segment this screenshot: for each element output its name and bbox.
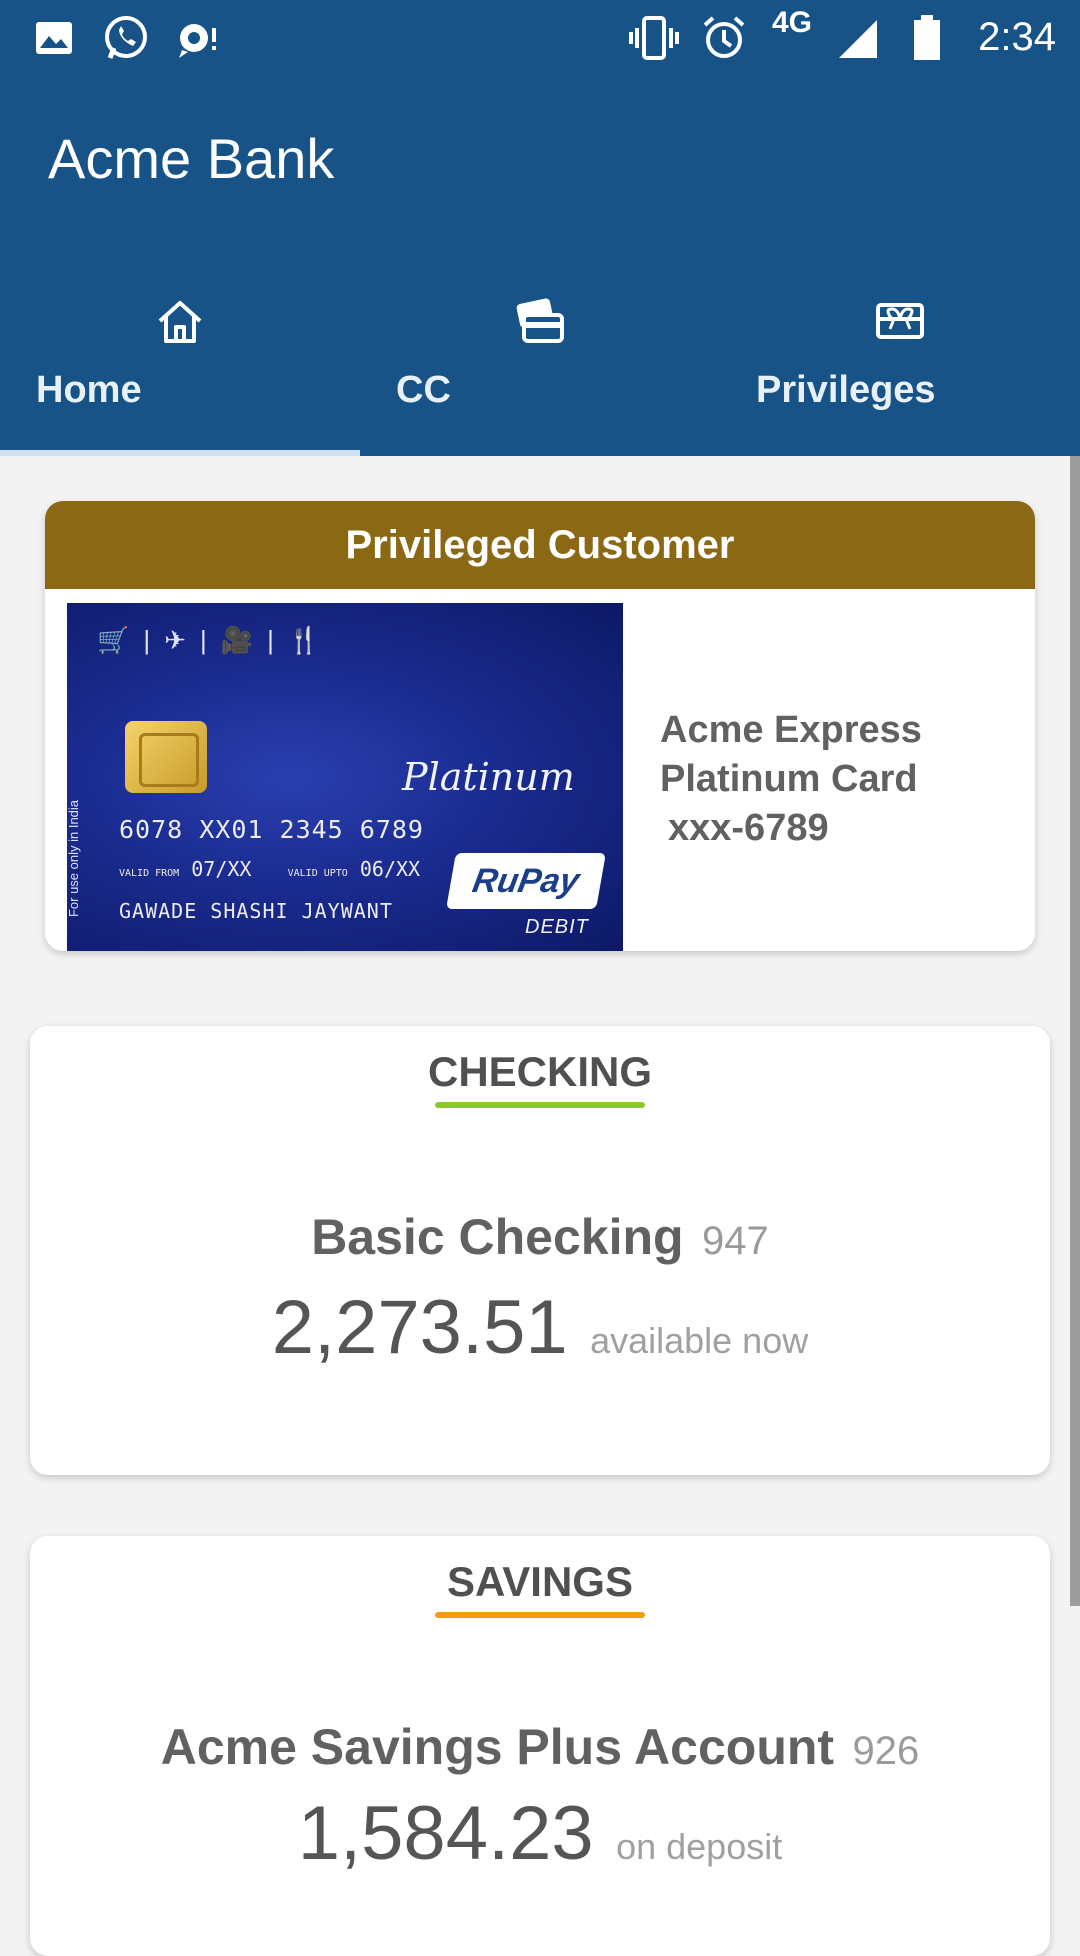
battery-icon (910, 14, 944, 62)
account-suffix: 947 (702, 1219, 769, 1263)
balance-row: 1,584.23 on deposit (30, 1790, 1050, 1877)
whatsapp-icon (100, 14, 152, 62)
clock: 2:34 (978, 15, 1056, 59)
status-bar: 4G 2:34 (0, 0, 1080, 78)
card-category-icons: 🛒 | ✈ | 🎥 | 🍴 (97, 625, 321, 655)
card-description: Acme Express Platinum Card xxx-6789 (660, 706, 922, 853)
scrollbar[interactable] (1070, 456, 1080, 1606)
account-suffix: 926 (852, 1729, 920, 1773)
image-icon (32, 14, 76, 62)
savings-account-card[interactable]: SAVINGS Acme Savings Plus Account 926 1,… (30, 1536, 1050, 1956)
vibrate-icon (626, 14, 682, 62)
section-underline (435, 1102, 645, 1108)
signal-icon (834, 14, 882, 62)
chip-icon (125, 721, 207, 793)
card-name-line1: Acme Express (660, 709, 922, 751)
account-name-row: Basic Checking 947 (30, 1208, 1050, 1266)
home-icon (158, 301, 202, 343)
alarm-icon (700, 14, 748, 62)
card-number: 6078 XX01 2345 6789 (119, 815, 424, 844)
account-name: Acme Savings Plus Account (160, 1719, 835, 1775)
tab-bar: Home CC Privileges (0, 283, 1080, 456)
tab-label: Privileges (756, 369, 936, 411)
balance-amount: 1,584.23 (297, 1791, 594, 1876)
card-name-line2: Platinum Card (660, 758, 918, 800)
section-title: CHECKING (427, 1048, 652, 1095)
balance-row: 2,273.51 available now (30, 1284, 1050, 1371)
balance-note: on deposit (616, 1826, 783, 1867)
card-masked-number: xxx-6789 (668, 807, 829, 849)
debit-card-image: 🛒 | ✈ | 🎥 | 🍴 Platinum 6078 XX01 2345 6789 VAL… (67, 603, 623, 951)
card-side-text: For use only in India (67, 799, 82, 918)
privileged-header: Privileged Customer (45, 501, 1035, 589)
tab-label: Home (36, 369, 142, 411)
card-tier: Platinum (402, 755, 575, 799)
tab-home[interactable]: Home (0, 283, 360, 456)
checking-account-card[interactable]: CHECKING Basic Checking 947 2,273.51 ava… (30, 1026, 1050, 1475)
tab-privileges[interactable]: Privileges (720, 283, 1080, 456)
gift-card-icon (876, 303, 924, 339)
balance-note: available now (590, 1320, 809, 1361)
app-title: Acme Bank (48, 127, 335, 190)
section-title: SAVINGS (447, 1558, 633, 1605)
tab-cc[interactable]: CC (360, 283, 720, 456)
rupay-logo: RuPay (446, 853, 606, 909)
section-underline (435, 1612, 645, 1618)
chat-bubble-icon (172, 14, 222, 62)
savings-section-header: SAVINGS (30, 1558, 1050, 1618)
privileged-customer-card[interactable]: Privileged Customer 🛒 | ✈ | 🎥 | 🍴 Platinum 607… (45, 501, 1035, 951)
balance-amount: 2,273.51 (271, 1285, 568, 1370)
tab-label: CC (396, 369, 451, 411)
account-name-row: Acme Savings Plus Account 926 (30, 1718, 1050, 1776)
card-validity: VALID FROM 07/XX VALID UPTO 06/XX (119, 857, 421, 881)
card-holder: GAWADE SHASHI JAYWANT (119, 899, 393, 923)
tab-selected-indicator (0, 450, 360, 456)
account-name: Basic Checking (311, 1209, 684, 1265)
credit-cards-icon (516, 298, 564, 343)
app-bar: Acme Bank Home CC Privileges (0, 78, 1080, 456)
card-type: DEBIT (525, 916, 589, 938)
network-type: 4G (772, 6, 813, 39)
checking-section-header: CHECKING (30, 1048, 1050, 1108)
